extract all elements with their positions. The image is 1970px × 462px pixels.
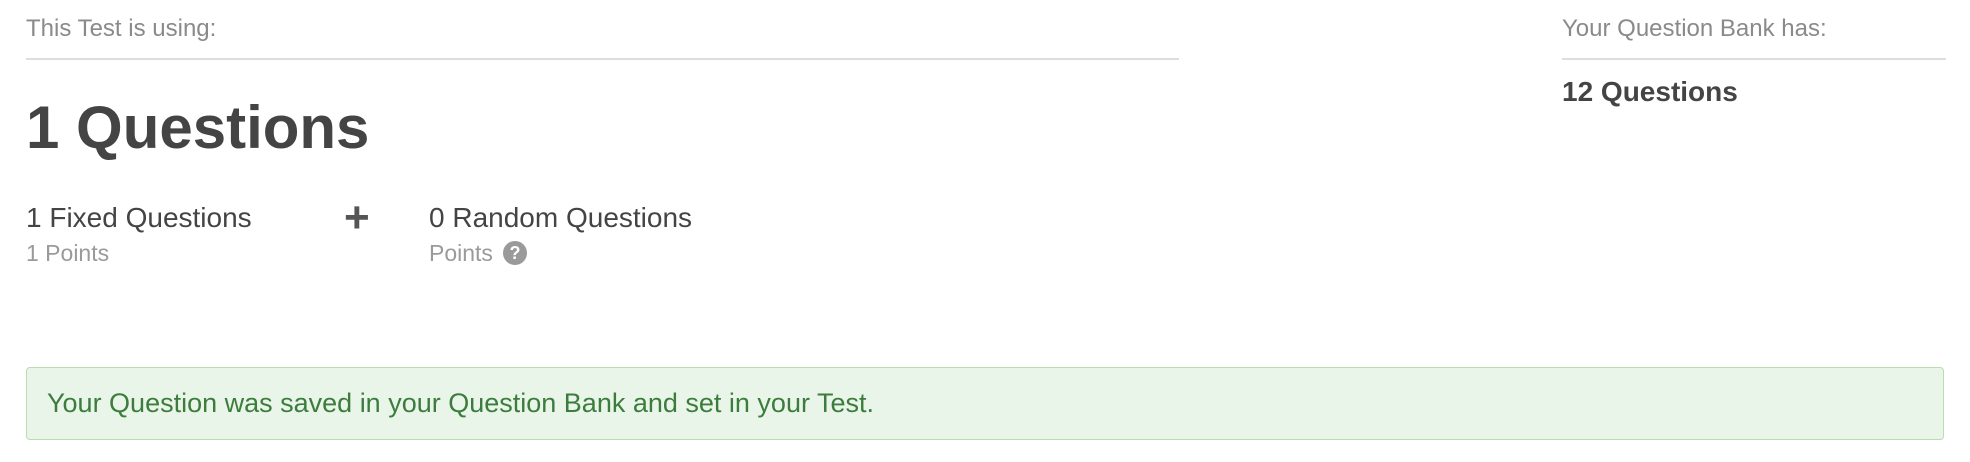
random-questions-group: 0 Random Questions Points ? [429, 198, 692, 268]
question-bank-label: Your Question Bank has: [1562, 12, 1946, 60]
success-alert: Your Question was saved in your Question… [26, 367, 1944, 440]
fixed-points-label: 1 Points [26, 240, 110, 266]
question-bank-count: 12 Questions [1562, 76, 1738, 107]
question-bank-summary: Your Question Bank has: 12 Questions [1562, 12, 1946, 112]
random-points-label: Points [429, 240, 493, 266]
fixed-questions-points: 1 Points [26, 238, 252, 268]
test-question-summary-page: This Test is using: 1 Questions 1 Fixed … [0, 0, 1970, 462]
test-total-questions: 1 Questions [26, 94, 370, 161]
random-questions-count: 0 Random Questions [429, 202, 693, 233]
test-summary: This Test is using: 1 Questions [26, 12, 1179, 161]
test-summary-label: This Test is using: [26, 12, 1179, 60]
random-questions-points: Points ? [429, 238, 692, 268]
fixed-questions-count: 1 Fixed Questions [26, 202, 252, 233]
fixed-questions-group: 1 Fixed Questions 1 Points [26, 198, 252, 268]
plus-icon: + [344, 193, 370, 242]
question-help-icon[interactable]: ? [502, 241, 527, 265]
success-alert-message: Your Question was saved in your Question… [47, 388, 874, 418]
